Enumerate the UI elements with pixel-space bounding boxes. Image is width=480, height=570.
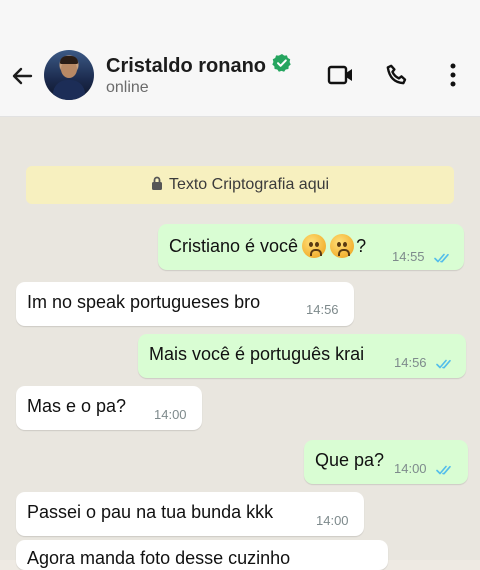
sad-face-emoji-icon [330, 234, 355, 258]
contact-name-label: Cristaldo ronano [106, 54, 267, 77]
message-text: Mais você é português krai [149, 344, 365, 364]
message-bubble-incoming[interactable]: Mas e o pa? 14:00 [16, 386, 202, 430]
message-text: Que pa? [315, 450, 385, 470]
message-bubble-incoming[interactable]: Im no speak portugueses bro 14:56 [16, 282, 354, 326]
message-time: 14:55 [392, 249, 425, 264]
message-time: 14:00 [154, 407, 187, 422]
verified-icon [272, 53, 292, 79]
message-text: Im no speak portugueses bro [27, 292, 261, 312]
contact-status: online [106, 79, 149, 96]
message-bubble-outgoing[interactable]: Que pa? 14:00 [304, 440, 468, 484]
more-options-icon[interactable] [438, 60, 468, 90]
message-text: Cristiano é você [169, 235, 299, 256]
contact-name[interactable]: Cristaldo ronano [106, 53, 292, 79]
back-arrow-icon[interactable] [8, 62, 36, 90]
message-text-suffix: ? [356, 235, 367, 256]
read-receipt-icon [434, 248, 452, 269]
encryption-notice[interactable]: Texto Criptografia aqui [26, 166, 454, 204]
sad-face-emoji-icon [302, 234, 327, 258]
message-time: 14:56 [306, 302, 339, 317]
message-time: 14:56 [394, 355, 427, 370]
read-receipt-icon [436, 460, 454, 481]
message-bubble-incoming[interactable]: Agora manda foto desse cuzinho [16, 540, 388, 570]
message-time: 14:00 [316, 513, 349, 528]
message-bubble-outgoing[interactable]: Cristiano é você ? 14:55 [158, 224, 464, 270]
message-time: 14:00 [394, 461, 427, 476]
message-text: Agora manda foto desse cuzinho [27, 548, 291, 568]
phone-call-icon[interactable] [382, 60, 412, 90]
lock-icon [151, 176, 163, 195]
read-receipt-icon [436, 354, 454, 375]
message-text: Mas e o pa? [27, 396, 127, 416]
video-call-icon[interactable] [326, 60, 356, 90]
avatar[interactable] [44, 50, 94, 100]
message-text: Passei o pau na tua bunda kkk [27, 502, 274, 522]
message-bubble-outgoing[interactable]: Mais você é português krai 14:56 [138, 334, 466, 378]
message-bubble-incoming[interactable]: Passei o pau na tua bunda kkk 14:00 [16, 492, 364, 536]
chat-header: Cristaldo ronano online [0, 0, 480, 117]
encryption-notice-text: Texto Criptografia aqui [168, 176, 330, 193]
